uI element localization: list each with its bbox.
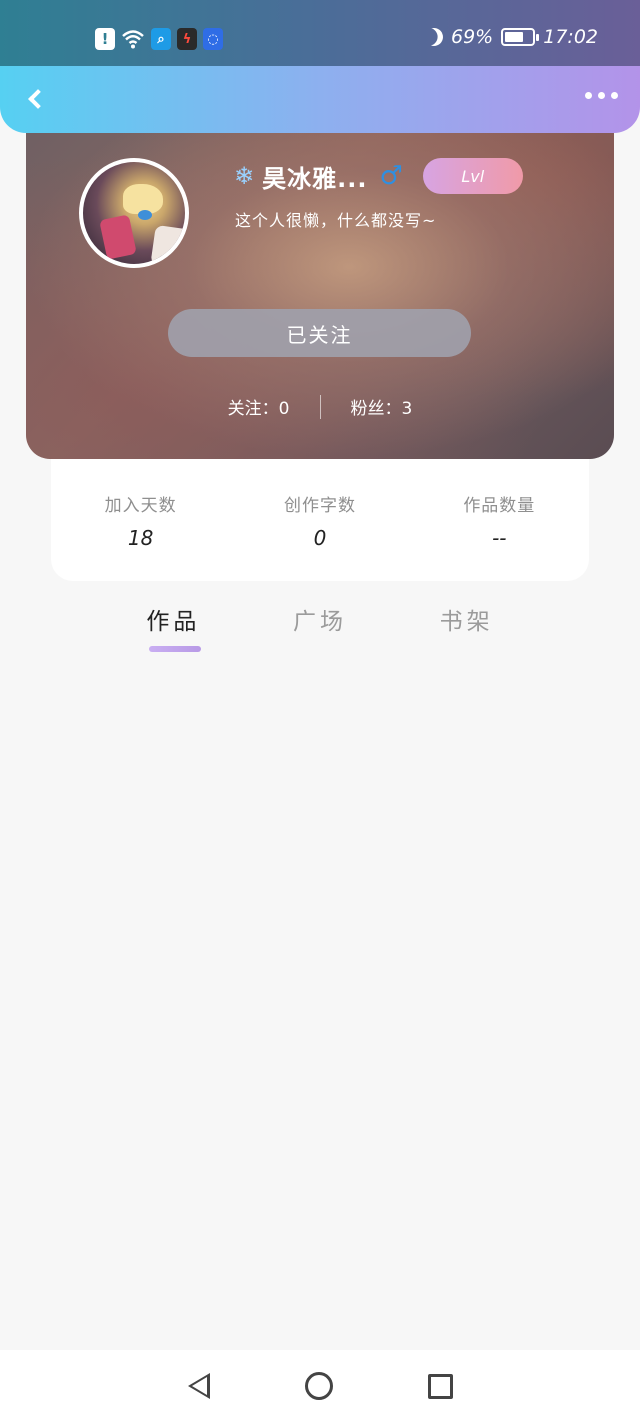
status-icons-left: ! ⌕ ϟ ◌ bbox=[95, 28, 223, 50]
tab-label: 书架 bbox=[439, 609, 494, 635]
nav-home-icon[interactable] bbox=[304, 1372, 333, 1400]
search-app-icon: ⌕ bbox=[151, 28, 171, 50]
status-icons-right: 69% 17:02 bbox=[425, 26, 598, 48]
stat-label: 创作字数 bbox=[283, 496, 356, 516]
stat-value: -- bbox=[492, 526, 507, 550]
username: 昊冰雅... bbox=[262, 164, 368, 193]
chevron-left-icon bbox=[28, 89, 48, 109]
stat-label: 作品数量 bbox=[463, 496, 536, 516]
tab-square[interactable]: 广场 bbox=[247, 600, 394, 660]
battery-icon bbox=[501, 28, 540, 46]
back-button[interactable] bbox=[18, 82, 52, 116]
more-dots-icon bbox=[585, 92, 592, 99]
status-bar: ! ⌕ ϟ ◌ 69% 17:02 bbox=[0, 0, 640, 70]
clock: 17:02 bbox=[543, 26, 598, 48]
divider bbox=[319, 394, 321, 419]
profile-page: ! ⌕ ϟ ◌ 69% 17:02 ❄ 昊冰雅... ♂ Lvl 这个人很懒，什… bbox=[0, 0, 640, 1422]
tab-label: 作品 bbox=[146, 609, 201, 635]
battery-percent: 69% bbox=[451, 26, 494, 48]
tab-indicator bbox=[149, 646, 201, 652]
follow-button[interactable]: 已关注 bbox=[168, 309, 471, 357]
stat-join-days: 加入天数 18 bbox=[66, 491, 216, 550]
following-count[interactable]: 关注：0 bbox=[228, 394, 290, 419]
bio-text: 这个人很懒，什么都没写~ bbox=[235, 211, 437, 230]
tab-label: 广场 bbox=[293, 609, 347, 635]
follow-stats: 关注：0 粉丝：3 bbox=[26, 394, 614, 419]
fans-count[interactable]: 粉丝：3 bbox=[351, 394, 413, 419]
flash-app-icon: ϟ bbox=[177, 28, 197, 50]
moon-icon bbox=[422, 25, 445, 48]
snowflake-icon: ❄ bbox=[234, 162, 255, 190]
profile-header-card: ❄ 昊冰雅... ♂ Lvl 这个人很懒，什么都没写~ 已关注 关注：0 粉丝：… bbox=[26, 110, 614, 459]
stat-label: 加入天数 bbox=[104, 496, 177, 516]
system-nav-bar bbox=[0, 1350, 640, 1422]
stat-value: 18 bbox=[127, 526, 154, 550]
name-row: ❄ 昊冰雅... ♂ Lvl bbox=[234, 158, 523, 194]
more-button[interactable] bbox=[585, 92, 618, 99]
bulb-app-icon: ◌ bbox=[203, 28, 223, 50]
content-tabs: 作品 广场 书架 bbox=[100, 600, 540, 660]
wifi-icon bbox=[121, 28, 145, 50]
stats-card: 加入天数 18 创作字数 0 作品数量 -- bbox=[51, 458, 589, 581]
stat-value: 0 bbox=[313, 526, 327, 550]
stat-works-count: 作品数量 -- bbox=[424, 491, 574, 550]
nav-back-icon[interactable] bbox=[187, 1373, 210, 1399]
nav-recents-icon[interactable] bbox=[427, 1373, 453, 1399]
alert-icon: ! bbox=[95, 28, 115, 50]
male-gender-icon: ♂ bbox=[379, 161, 403, 191]
stat-word-count: 创作字数 0 bbox=[245, 491, 395, 550]
avatar[interactable] bbox=[79, 158, 189, 268]
level-badge: Lvl bbox=[422, 158, 523, 194]
app-bar bbox=[0, 66, 640, 133]
tab-bookshelf[interactable]: 书架 bbox=[393, 600, 540, 660]
